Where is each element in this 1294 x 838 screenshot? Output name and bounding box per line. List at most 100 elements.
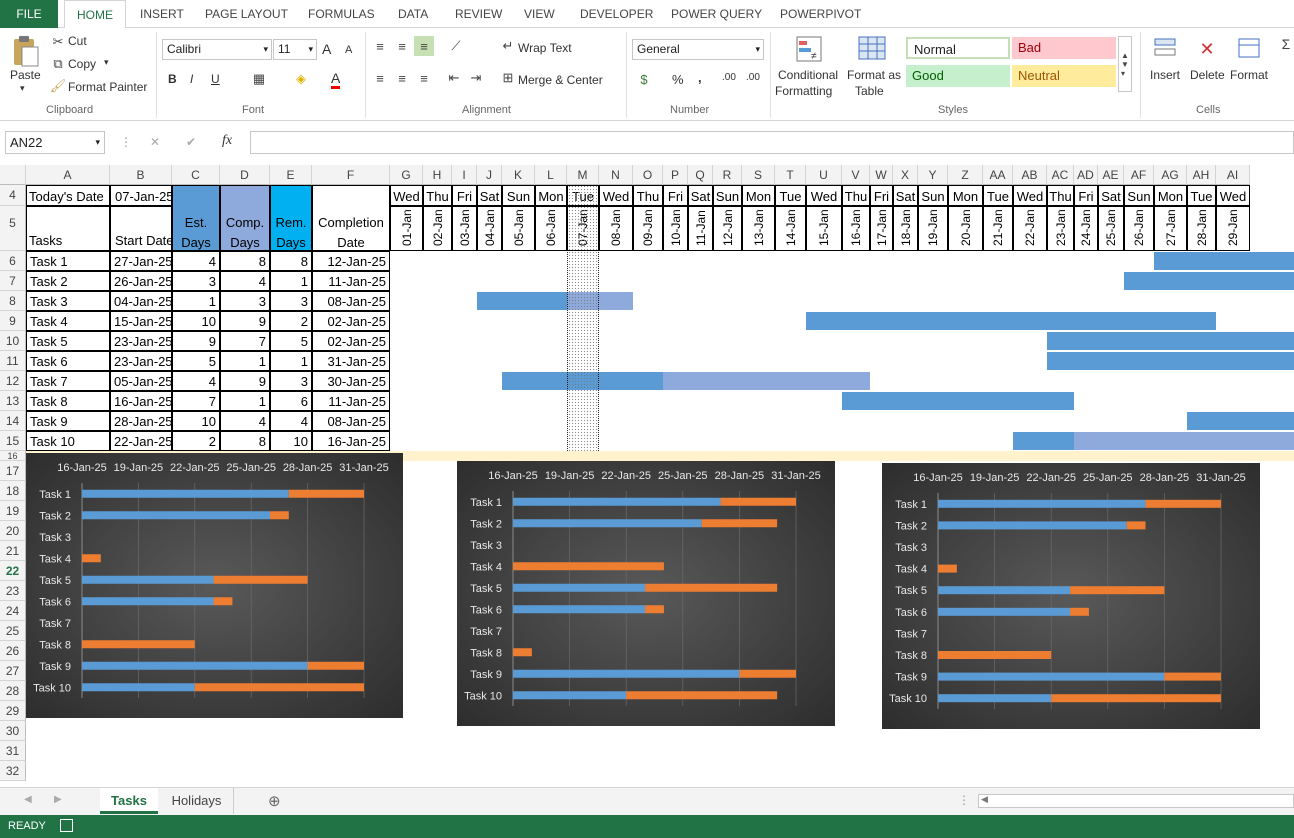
autosum-icon[interactable]: Σ [1278,34,1294,54]
borders-icon[interactable]: ▦ [250,70,268,88]
formula-input[interactable] [250,131,1294,154]
task-7-est[interactable]: 4 [172,371,220,391]
bar-done[interactable] [82,683,195,692]
column-header-ai[interactable]: AI [1216,165,1250,185]
task-6-completion[interactable]: 31-Jan-25 [312,351,390,371]
style-good[interactable]: Good [906,65,1010,87]
bar-done[interactable] [938,694,1052,703]
task-8-name[interactable]: Task 8 [26,391,110,411]
task-3-rem[interactable]: 3 [270,291,312,311]
bar-done[interactable] [82,511,270,520]
row-header-30[interactable]: 30 [0,721,26,741]
task-4-name[interactable]: Task 4 [26,311,110,331]
task-10-completion[interactable]: 16-Jan-25 [312,431,390,451]
horizontal-scrollbar[interactable]: ◀ [978,794,1294,808]
font-size-box[interactable]: 11 ▾ [273,39,317,60]
task-8-start[interactable]: 16-Jan-25 [110,391,172,411]
copy-dropdown-icon[interactable]: ▾ [104,57,109,68]
format-as-table-button-line2[interactable]: Table [855,84,884,98]
task-5-name[interactable]: Task 5 [26,331,110,351]
task-1-completion[interactable]: 12-Jan-25 [312,251,390,271]
task-8-rem[interactable]: 6 [270,391,312,411]
bar-remaining[interactable] [1070,607,1089,616]
comma-style-button[interactable]: , [698,70,702,85]
bar-done[interactable] [82,661,308,670]
task-3-est[interactable]: 1 [172,291,220,311]
row-header-16[interactable]: 16 [0,451,26,461]
task-6-rem[interactable]: 1 [270,351,312,371]
task-3-start[interactable]: 04-Jan-25 [110,291,172,311]
tab-home[interactable]: HOME [64,0,126,29]
bar-done[interactable] [938,521,1127,530]
bar-remaining[interactable] [513,562,664,571]
row-header-8[interactable]: 8 [0,291,26,311]
bar-remaining[interactable] [1070,586,1165,595]
column-header-af[interactable]: AF [1124,165,1154,185]
tab-developer[interactable]: DEVELOPER [580,0,653,28]
column-header-r[interactable]: R [713,165,742,185]
scroll-left-icon[interactable]: ◀ [24,794,32,805]
task-8-est[interactable]: 7 [172,391,220,411]
task-2-name[interactable]: Task 2 [26,271,110,291]
column-header-ah[interactable]: AH [1187,165,1216,185]
bar-done[interactable] [82,597,214,606]
bar-remaining[interactable] [513,648,532,657]
bar-remaining[interactable] [626,691,778,700]
select-all-corner[interactable] [0,165,26,185]
bar-remaining[interactable] [701,519,778,528]
column-header-u[interactable]: U [806,165,842,185]
task-3-completion[interactable]: 08-Jan-25 [312,291,390,311]
task-7-completion[interactable]: 30-Jan-25 [312,371,390,391]
column-header-ac[interactable]: AC [1047,165,1074,185]
row-header-18[interactable]: 18 [0,481,26,501]
bar-remaining[interactable] [288,489,364,498]
row-header-22[interactable]: 22 [0,561,26,581]
format-cells-button[interactable]: Format [1230,68,1268,82]
task-4-start[interactable]: 15-Jan-25 [110,311,172,331]
bar-remaining[interactable] [1126,521,1146,530]
conditional-formatting-button-line2[interactable]: Formatting [775,84,832,98]
task-6-est[interactable]: 5 [172,351,220,371]
row-header-10[interactable]: 10 [0,331,26,351]
column-header-b[interactable]: B [110,165,172,185]
insert-function-button[interactable]: fx [222,133,232,149]
style-neutral[interactable]: Neutral [1012,65,1116,87]
new-sheet-icon[interactable]: ⊕ [268,792,281,810]
row-header-27[interactable]: 27 [0,661,26,681]
tab-file[interactable]: FILE [0,0,58,28]
row-header-12[interactable]: 12 [0,371,26,391]
task-1-name[interactable]: Task 1 [26,251,110,271]
tab-insert[interactable]: INSERT [140,0,184,28]
cancel-icon[interactable]: ✕ [150,135,160,149]
task-4-rem[interactable]: 2 [270,311,312,331]
bar-remaining[interactable] [213,575,308,584]
copy-button[interactable]: Copy [68,57,96,71]
paste-button[interactable]: Paste [10,68,41,82]
bar-remaining[interactable] [1051,694,1221,703]
bar-remaining[interactable] [82,640,195,649]
row-header-25[interactable]: 25 [0,621,26,641]
format-cells-icon[interactable] [1234,34,1264,64]
task-2-comp[interactable]: 4 [220,271,270,291]
conditional-formatting-button[interactable]: Conditional [778,68,838,82]
bar-remaining[interactable] [739,669,796,678]
styles-scroll-icon[interactable]: ▲ ▼ ▾ [1118,36,1132,92]
task-2-completion[interactable]: 11-Jan-25 [312,271,390,291]
column-header-j[interactable]: J [477,165,502,185]
scroll-left-icon[interactable]: ◀ [981,794,988,805]
task-6-comp[interactable]: 1 [220,351,270,371]
insert-cells-button[interactable]: Insert [1150,68,1180,82]
row-header-17[interactable]: 17 [0,461,26,481]
align-left-icon[interactable]: ≡ [372,70,388,86]
gantt-chart-2[interactable]: 16-Jan-25 19-Jan-25 22-Jan-25 25-Jan-25 28-J… [457,461,835,726]
tab-page-layout[interactable]: PAGE LAYOUT [205,0,288,28]
font-name-box[interactable]: Calibri ▾ [162,39,272,60]
task-7-comp[interactable]: 9 [220,371,270,391]
task-10-start[interactable]: 22-Jan-25 [110,431,172,451]
bar-done[interactable] [513,691,627,700]
column-header-aa[interactable]: AA [983,165,1013,185]
bar-remaining[interactable] [1145,499,1221,508]
row-header-21[interactable]: 21 [0,541,26,561]
bar-remaining[interactable] [645,583,778,592]
shrink-font-button[interactable]: A [345,44,352,56]
